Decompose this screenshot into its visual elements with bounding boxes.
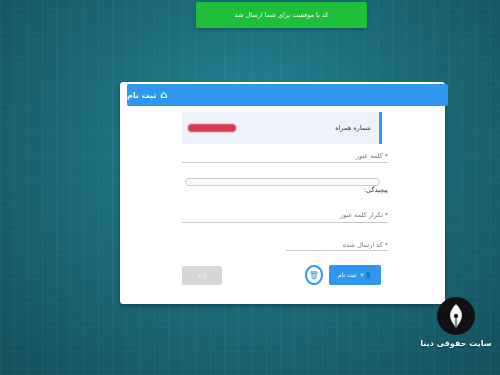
site-logo: سایت حقوقی دینا [416,297,496,373]
add-user-icon: 👤+ [359,271,373,279]
logo-text: سایت حقوقی دینا [420,339,492,348]
resend-code-label: ثانیه [197,272,207,279]
phone-field[interactable]: شماره همراه [182,112,382,144]
confirm-password-label-wrap: *تکرار کلمه عبور [340,211,388,219]
password-label: کلمه عبور [355,152,383,160]
resend-code-button: ثانیه [182,266,222,285]
required-mark: * [384,211,388,219]
confirm-password-input[interactable] [182,222,388,223]
trash-button[interactable]: 🗑 [305,265,323,285]
required-mark: * [384,241,388,249]
code-label: کد ارسال شده [342,241,383,249]
pen-nib-icon [437,297,475,335]
trash-icon: 🗑 [308,270,320,280]
password-input[interactable] [182,162,388,163]
redacted-phone-value [188,124,236,132]
password-label-wrap: *کلمه عبور [356,152,388,160]
register-button-label: ثبت نام [338,271,357,279]
phone-label: شماره همراه [335,124,371,132]
captcha-strength-bar [185,178,380,186]
code-input[interactable] [286,250,388,251]
captcha-label: پیچیدگی: [363,186,388,194]
required-mark: * [384,152,388,160]
register-button[interactable]: 👤+ ثبت نام [329,265,381,285]
code-label-wrap: *کد ارسال شده [343,241,388,249]
confirm-password-label: تکرار کلمه عبور [339,211,383,219]
